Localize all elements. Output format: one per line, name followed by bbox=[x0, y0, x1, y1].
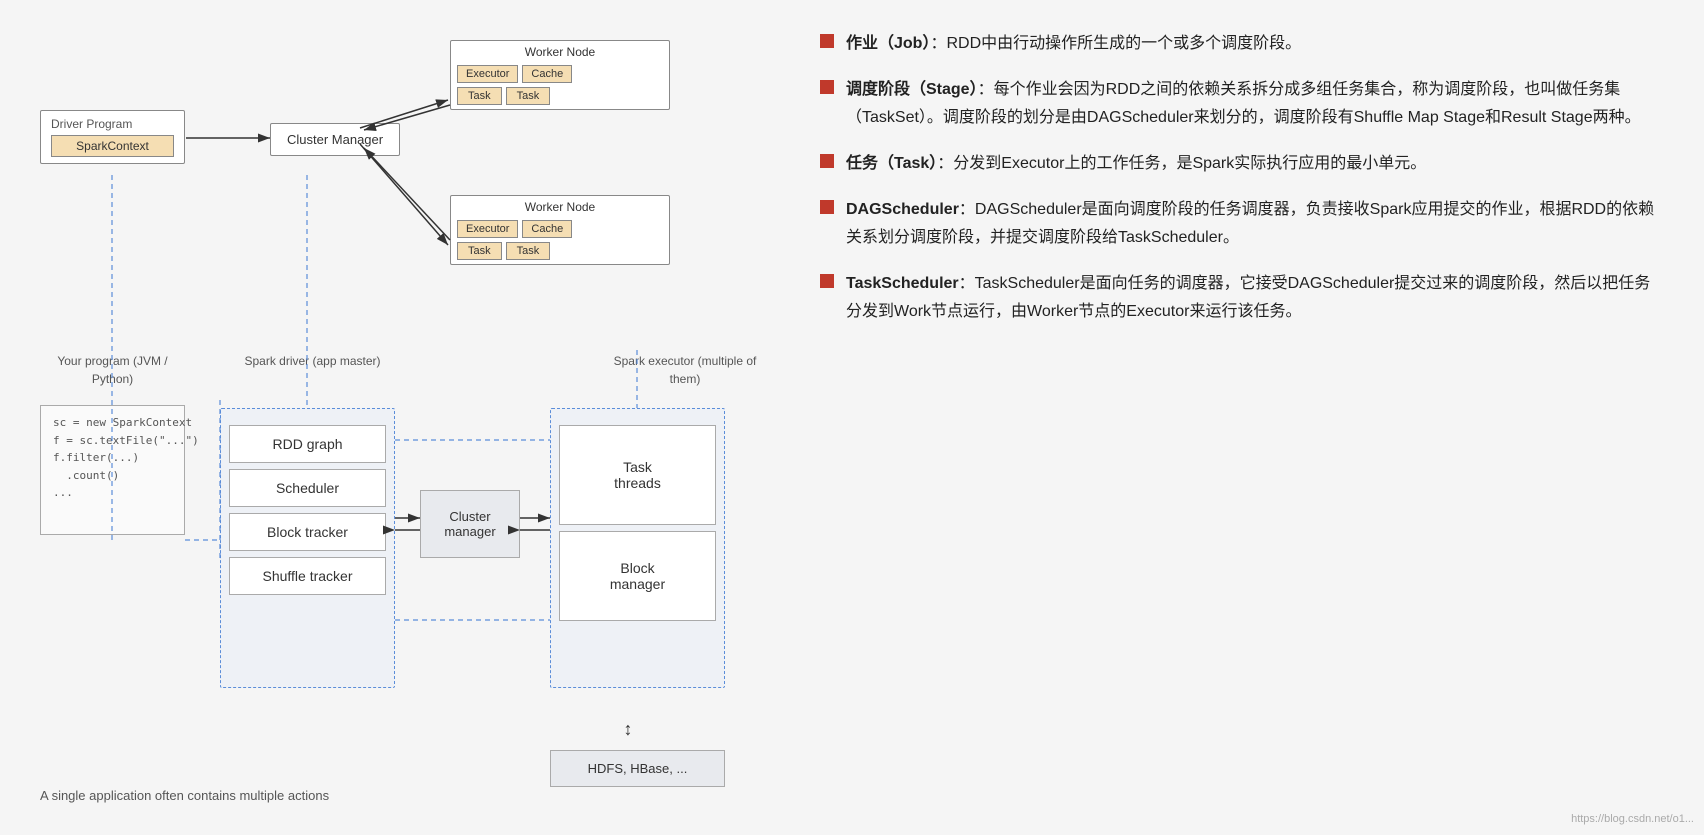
bullet-square-4 bbox=[820, 274, 834, 288]
caption-program: Your program (JVM / Python) bbox=[40, 352, 185, 388]
scheduler-box: Scheduler bbox=[229, 469, 386, 507]
right-panel: 作业（Job）：RDD中由行动操作所生成的一个或多个调度阶段。调度阶段（Stag… bbox=[780, 0, 1704, 835]
bullet-item-4: TaskScheduler：TaskScheduler是面向任务的调度器，它接受… bbox=[820, 270, 1664, 326]
bullet-text-2: 任务（Task）：分发到Executor上的工作任务，是Spark实际执行应用的… bbox=[846, 150, 1426, 178]
task-box-1b: Task bbox=[506, 87, 551, 105]
rdd-graph-box: RDD graph bbox=[229, 425, 386, 463]
block-manager-box: Blockmanager bbox=[559, 531, 716, 621]
code-text: sc = new SparkContext f = sc.textFile(".… bbox=[53, 414, 172, 502]
diagram-area: Worker Node Executor Cache Task Task Wor… bbox=[20, 20, 760, 815]
bullet-square-1 bbox=[820, 80, 834, 94]
executor-box-2: Executor bbox=[457, 220, 518, 238]
executor-box-1: Executor bbox=[457, 65, 518, 83]
task-box-1a: Task bbox=[457, 87, 502, 105]
bullet-text-0: 作业（Job）：RDD中由行动操作所生成的一个或多个调度阶段。 bbox=[846, 30, 1301, 58]
caption-driver-text: Spark driver (app master) bbox=[244, 354, 380, 368]
worker-node-2-label: Worker Node bbox=[451, 196, 669, 216]
bullet-item-1: 调度阶段（Stage）：每个作业会因为RDD之间的依赖关系拆分成多组任务集合，称… bbox=[820, 76, 1664, 132]
cluster-manager-top: Cluster Manager bbox=[270, 123, 400, 156]
diagram-panel: Worker Node Executor Cache Task Task Wor… bbox=[0, 0, 780, 835]
bottom-caption: A single application often contains mult… bbox=[40, 788, 329, 803]
worker-node-2: Worker Node Executor Cache Task Task bbox=[450, 195, 670, 265]
shuffle-tracker-box: Shuffle tracker bbox=[229, 557, 386, 595]
bullets-container: 作业（Job）：RDD中由行动操作所生成的一个或多个调度阶段。调度阶段（Stag… bbox=[820, 30, 1664, 326]
task-box-2a: Task bbox=[457, 242, 502, 260]
cluster-manager-center-text: Cluster manager bbox=[444, 509, 495, 539]
spark-executor-dashed-box: Taskthreads Blockmanager bbox=[550, 408, 725, 688]
worker-node-1-label: Worker Node bbox=[451, 41, 669, 61]
cluster-manager-center: Cluster manager bbox=[420, 490, 520, 558]
watermark: https://blog.csdn.net/o1... bbox=[1571, 813, 1694, 825]
task-threads-box: Taskthreads bbox=[559, 425, 716, 525]
code-box: sc = new SparkContext f = sc.textFile(".… bbox=[40, 405, 185, 535]
bullet-item-3: DAGScheduler：DAGScheduler是面向调度阶段的任务调度器，负… bbox=[820, 196, 1664, 252]
bullet-text-3: DAGScheduler：DAGScheduler是面向调度阶段的任务调度器，负… bbox=[846, 196, 1664, 252]
task-box-2b: Task bbox=[506, 242, 551, 260]
caption-driver: Spark driver (app master) bbox=[235, 352, 390, 370]
bullet-square-0 bbox=[820, 34, 834, 48]
spark-driver-dashed-box: RDD graph Scheduler Block tracker Shuffl… bbox=[220, 408, 395, 688]
bullet-item-2: 任务（Task）：分发到Executor上的工作任务，是Spark实际执行应用的… bbox=[820, 150, 1664, 178]
bullet-text-4: TaskScheduler：TaskScheduler是面向任务的调度器，它接受… bbox=[846, 270, 1664, 326]
hdfs-text: HDFS, HBase, ... bbox=[588, 761, 688, 776]
spark-context-box: SparkContext bbox=[51, 135, 174, 157]
bullet-text-1: 调度阶段（Stage）：每个作业会因为RDD之间的依赖关系拆分成多组任务集合，称… bbox=[846, 76, 1664, 132]
cache-box-1: Cache bbox=[522, 65, 572, 83]
caption-executor: Spark executor (multiple of them) bbox=[610, 352, 760, 388]
svg-text:↕: ↕ bbox=[624, 719, 633, 739]
bullet-square-2 bbox=[820, 154, 834, 168]
caption-program-text: Your program (JVM / Python) bbox=[57, 354, 167, 386]
bullet-item-0: 作业（Job）：RDD中由行动操作所生成的一个或多个调度阶段。 bbox=[820, 30, 1664, 58]
bottom-caption-text: A single application often contains mult… bbox=[40, 788, 329, 803]
worker-node-1: Worker Node Executor Cache Task Task bbox=[450, 40, 670, 110]
bullet-square-3 bbox=[820, 200, 834, 214]
driver-program-box: Driver Program SparkContext bbox=[40, 110, 185, 164]
caption-executor-text: Spark executor (multiple of them) bbox=[614, 354, 757, 386]
cache-box-2: Cache bbox=[522, 220, 572, 238]
driver-program-label: Driver Program bbox=[51, 117, 174, 131]
block-tracker-box: Block tracker bbox=[229, 513, 386, 551]
hdfs-box: HDFS, HBase, ... bbox=[550, 750, 725, 787]
